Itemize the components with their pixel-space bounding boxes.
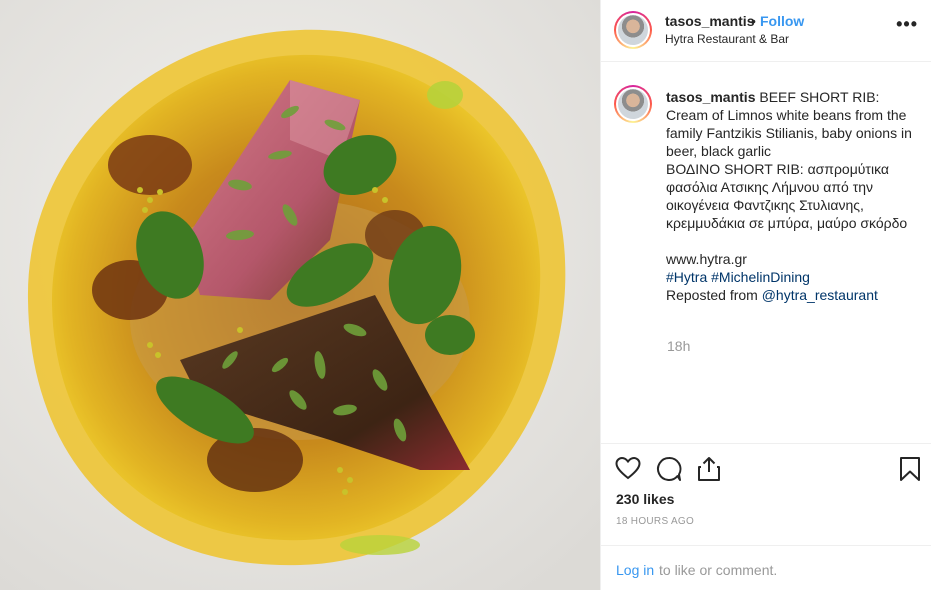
caption-section: tasos_mantis BEEF SHORT RIB: Cream of Li…: [601, 63, 931, 443]
post-sidebar: tasos_mantis • Follow Hytra Restaurant &…: [600, 0, 931, 590]
login-link[interactable]: Log in: [616, 562, 654, 578]
reposted-prefix: Reposted from: [666, 287, 762, 303]
caption-text: tasos_mantis BEEF SHORT RIB: Cream of Li…: [666, 88, 921, 304]
actions-section: 230 likes 18 HOURS AGO Log in to like or…: [601, 443, 931, 590]
reposted-handle[interactable]: @hytra_restaurant: [762, 287, 878, 303]
caption-greek: ΒΟΔΙΝΟ SHORT RIB: ασπρομύτικα φασόλια Ατ…: [666, 161, 908, 231]
post-photo[interactable]: [0, 0, 600, 590]
comment-bar: Log in to like or comment.: [601, 545, 931, 590]
caption-username[interactable]: tasos_mantis: [666, 89, 755, 105]
follow-button[interactable]: Follow: [760, 13, 804, 29]
caption-time[interactable]: 18h: [667, 338, 690, 354]
caption-avatar[interactable]: [614, 85, 652, 123]
likes-count[interactable]: 230 likes: [616, 491, 674, 507]
header-separator: •: [751, 13, 756, 29]
post-header: tasos_mantis • Follow Hytra Restaurant &…: [601, 0, 931, 62]
author-avatar[interactable]: [614, 11, 652, 49]
post-view: tasos_mantis • Follow Hytra Restaurant &…: [0, 0, 931, 590]
bookmark-icon[interactable]: [898, 456, 922, 482]
post-timestamp[interactable]: 18 HOURS AGO: [616, 516, 694, 527]
share-icon[interactable]: [696, 456, 722, 482]
comment-icon[interactable]: [656, 456, 682, 482]
more-options-icon[interactable]: •••: [896, 14, 918, 35]
food-photo-illustration: [0, 0, 600, 590]
heart-icon[interactable]: [615, 456, 641, 482]
website-text: www.hytra.gr: [666, 251, 747, 267]
comment-prompt: to like or comment.: [659, 562, 778, 578]
hashtags[interactable]: #Hytra #MichelinDining: [666, 269, 810, 285]
author-username[interactable]: tasos_mantis: [665, 13, 754, 29]
location-link[interactable]: Hytra Restaurant & Bar: [665, 32, 789, 46]
